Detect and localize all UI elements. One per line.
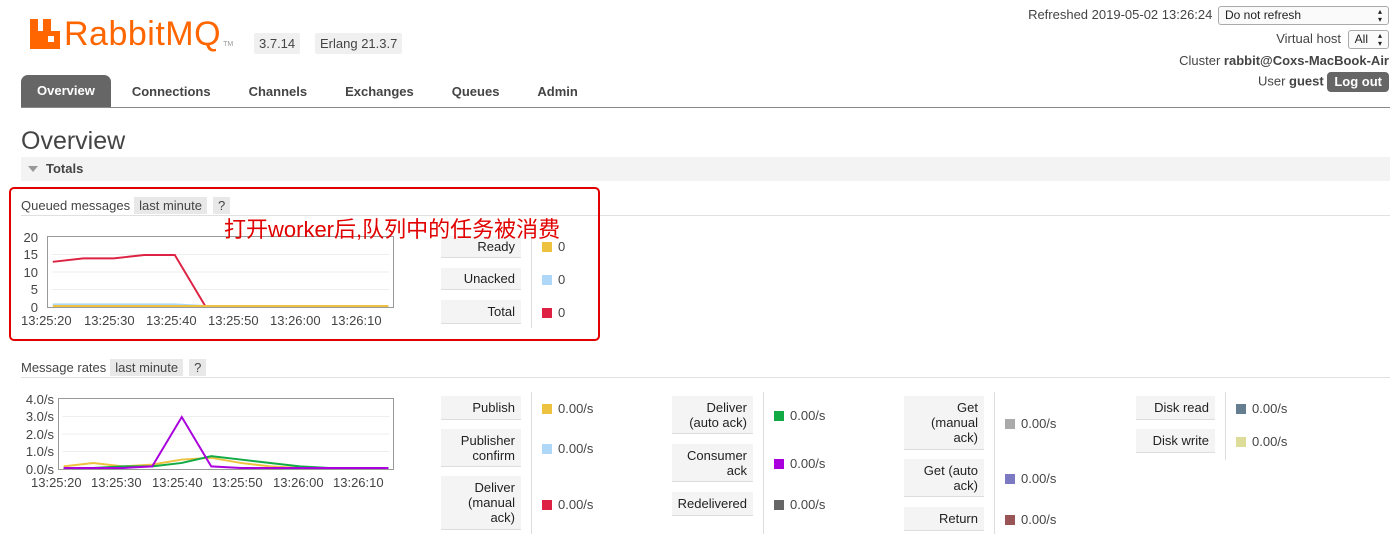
legend-consumer-ack: Consumer ack	[672, 444, 753, 482]
disk-write-swatch	[1236, 436, 1246, 447]
tab-overview[interactable]: Overview	[21, 75, 111, 107]
get-auto-rate: 0.00/s	[1005, 471, 1056, 486]
publish-rate: 0.00/s	[542, 401, 593, 416]
disk-write-rate: 0.00/s	[1236, 434, 1287, 449]
deliver-auto-rate: 0.00/s	[774, 408, 825, 423]
rates-ytick: 2.0/s	[25, 427, 54, 442]
deliver-auto-rate-value: 0.00/s	[790, 408, 826, 423]
legend-deliver-manual-ack: Deliver (manual ack)	[441, 476, 521, 530]
redelivered-rate: 0.00/s	[774, 497, 825, 512]
get-auto-swatch	[1005, 473, 1015, 484]
version-badge: 3.7.14	[254, 33, 301, 54]
rates-separator	[21, 377, 1390, 378]
refresh-select[interactable]: Do not refresh	[1218, 6, 1389, 25]
rabbitmq-logo[interactable]: RabbitMQ TM	[30, 14, 233, 54]
get-auto-rate-value: 0.00/s	[1021, 471, 1057, 486]
totals-label: Totals	[46, 161, 84, 176]
main-tabs: Overview Connections Channels Exchanges …	[21, 75, 595, 107]
redelivered-rate-value: 0.00/s	[790, 497, 826, 512]
cluster-row: Cluster rabbit@Coxs-MacBook-Air	[1179, 53, 1389, 68]
consumer-ack-rate: 0.00/s	[774, 456, 825, 471]
message-rates-title: Message rates	[21, 360, 107, 375]
legend-disk-write: Disk write	[1136, 429, 1215, 453]
page-title: Overview	[21, 127, 126, 155]
refreshed-timestamp: Refreshed 2019-05-02 13:26:24	[1028, 6, 1213, 22]
legend-get-manual-ack: Get (manual ack)	[904, 396, 984, 450]
consumer-ack-swatch	[774, 458, 784, 469]
publisher-confirm-rate-value: 0.00/s	[558, 441, 594, 456]
legend-divider	[531, 392, 532, 534]
logout-button[interactable]: Log out	[1327, 72, 1389, 92]
cluster-label: Cluster	[1179, 53, 1221, 68]
legend-divider	[763, 392, 764, 534]
rates-xtick: 13:26:00	[273, 475, 324, 490]
legend-redelivered: Redelivered	[672, 492, 753, 516]
totals-section-header[interactable]: Totals	[21, 157, 1390, 181]
rates-ytick: 4.0/s	[25, 392, 54, 407]
logo-tm: TM	[223, 41, 234, 48]
deliver-manual-rate: 0.00/s	[542, 497, 593, 512]
legend-disk-read: Disk read	[1136, 396, 1215, 420]
get-manual-rate-value: 0.00/s	[1021, 416, 1057, 431]
disk-write-rate-value: 0.00/s	[1252, 434, 1288, 449]
rates-xtick: 13:25:30	[91, 475, 142, 490]
publish-rate-value: 0.00/s	[558, 401, 594, 416]
tab-channels[interactable]: Channels	[232, 75, 325, 107]
logo-text: RabbitMQ	[64, 14, 222, 53]
disk-read-rate-value: 0.00/s	[1252, 401, 1288, 416]
deliver-auto-swatch	[774, 410, 784, 421]
tab-exchanges[interactable]: Exchanges	[328, 75, 431, 107]
collapse-triangle-icon	[28, 166, 38, 172]
get-manual-rate: 0.00/s	[1005, 416, 1056, 431]
return-swatch	[1005, 514, 1015, 525]
user-row: User guest Log out	[1258, 72, 1389, 92]
user-name: guest	[1289, 73, 1324, 89]
tab-connections[interactable]: Connections	[115, 75, 228, 107]
rates-xtick: 13:26:10	[333, 475, 384, 490]
deliver-manual-swatch	[542, 499, 552, 510]
deliver-manual-rate-value: 0.00/s	[558, 497, 594, 512]
user-label: User	[1257, 73, 1286, 89]
erlang-version-badge: Erlang 21.3.7	[315, 33, 403, 54]
annotation-text: 打开worker后,队列中的任务被消费	[224, 217, 561, 242]
vhost-row: Virtual host All	[1276, 30, 1389, 49]
vhost-label: Virtual host	[1276, 30, 1342, 46]
tab-queues[interactable]: Queues	[435, 75, 517, 107]
rates-xtick: 13:25:40	[152, 475, 203, 490]
message-rates-header: Message rates last minute ?	[21, 359, 207, 376]
legend-get-auto-ack: Get (auto ack)	[904, 459, 984, 497]
rates-help-button[interactable]: ?	[189, 359, 207, 376]
rates-xtick: 13:25:20	[31, 475, 82, 490]
rates-range-selector[interactable]: last minute	[110, 359, 184, 376]
rates-xtick: 13:25:50	[212, 475, 263, 490]
disk-read-swatch	[1236, 403, 1246, 414]
redelivered-swatch	[774, 499, 784, 510]
publisher-confirm-rate: 0.00/s	[542, 441, 593, 456]
disk-read-rate: 0.00/s	[1236, 401, 1287, 416]
rates-ytick: 1.0/s	[25, 444, 54, 459]
legend-divider	[1225, 392, 1226, 460]
refresh-row: Refreshed 2019-05-02 13:26:24 Do not ref…	[1028, 6, 1389, 25]
consumer-ack-rate-value: 0.00/s	[790, 456, 826, 471]
get-manual-swatch	[1005, 418, 1015, 429]
publish-swatch	[542, 403, 552, 414]
legend-publisher-confirm: Publisher confirm	[441, 429, 521, 467]
message-rates-chart	[58, 398, 394, 470]
return-rate-value: 0.00/s	[1021, 512, 1057, 527]
rates-ytick: 3.0/s	[25, 409, 54, 424]
vhost-select[interactable]: All	[1347, 30, 1389, 49]
legend-return: Return	[904, 507, 984, 531]
tab-admin[interactable]: Admin	[520, 75, 594, 107]
annotation-highlight-box	[9, 187, 600, 341]
legend-deliver-auto-ack: Deliver (auto ack)	[672, 396, 753, 434]
legend-publish: Publish	[441, 396, 521, 420]
return-rate: 0.00/s	[1005, 512, 1056, 527]
cluster-name: rabbit@Coxs-MacBook-Air	[1223, 53, 1389, 68]
tab-divider	[21, 107, 1390, 108]
rabbitmq-logo-icon	[30, 19, 60, 49]
publisher-confirm-swatch	[542, 443, 552, 454]
legend-divider	[994, 392, 995, 534]
